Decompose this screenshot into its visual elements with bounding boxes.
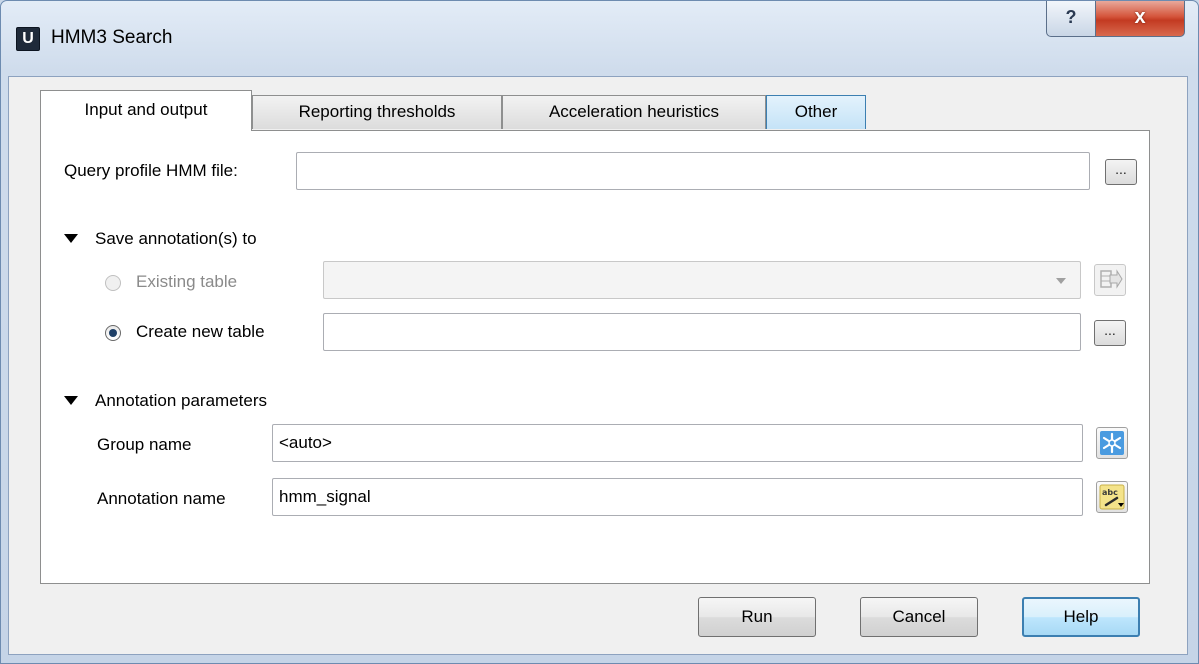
save-section-header[interactable]: Save annotation(s) to: [95, 228, 257, 250]
group-name-label: Group name: [97, 435, 192, 454]
tab-input-and-output[interactable]: Input and output: [40, 90, 252, 131]
annotation-name-input[interactable]: [272, 478, 1083, 516]
radio-selected-dot: [109, 329, 117, 337]
create-new-table-input[interactable]: [323, 313, 1081, 351]
svg-text:abc: abc: [1102, 488, 1118, 497]
new-table-browse-button[interactable]: ...: [1094, 320, 1126, 346]
existing-table-combo[interactable]: [323, 261, 1081, 299]
context-help-button[interactable]: ?: [1046, 1, 1096, 37]
close-button[interactable]: x: [1095, 1, 1185, 37]
annotation-name-suggest-button[interactable]: abc: [1096, 481, 1128, 513]
collapse-annotation-params-icon[interactable]: [64, 396, 78, 405]
dialog-window: U HMM3 Search ? x Input and output Repor…: [0, 0, 1199, 664]
group-auto-button[interactable]: [1096, 427, 1128, 459]
create-new-table-label: Create new table: [136, 322, 265, 341]
snowflake-icon: [1100, 431, 1124, 455]
query-profile-input[interactable]: [296, 152, 1090, 190]
help-button[interactable]: Help: [1022, 597, 1140, 637]
group-name-input[interactable]: [272, 424, 1083, 462]
tab-reporting-thresholds[interactable]: Reporting thresholds: [252, 95, 502, 129]
tab-panel-input-and-output: Query profile HMM file: ... Save annotat…: [40, 130, 1150, 584]
abc-pencil-icon: abc: [1099, 484, 1125, 510]
app-icon: U: [16, 27, 40, 51]
query-profile-label: Query profile HMM file:: [64, 161, 238, 180]
run-button[interactable]: Run: [698, 597, 816, 637]
tab-acceleration-heuristics[interactable]: Acceleration heuristics: [502, 95, 766, 129]
window-title: HMM3 Search: [51, 27, 173, 48]
create-new-table-radio[interactable]: [105, 325, 121, 341]
title-bar[interactable]: U HMM3 Search ? x: [1, 1, 1198, 75]
combo-arrow-icon: [1056, 278, 1066, 284]
query-browse-button[interactable]: ...: [1105, 159, 1137, 185]
existing-table-label: Existing table: [136, 272, 238, 291]
dialog-client: Input and output Reporting thresholds Ac…: [8, 76, 1188, 655]
annotation-name-label: Annotation name: [97, 489, 226, 508]
tab-other[interactable]: Other: [766, 95, 866, 129]
existing-table-radio[interactable]: [105, 275, 121, 291]
collapse-save-section-icon[interactable]: [64, 234, 78, 243]
annotation-params-header[interactable]: Annotation parameters: [95, 390, 267, 412]
cancel-button[interactable]: Cancel: [860, 597, 978, 637]
open-table-icon: [1100, 269, 1123, 289]
open-table-button[interactable]: [1094, 264, 1126, 296]
